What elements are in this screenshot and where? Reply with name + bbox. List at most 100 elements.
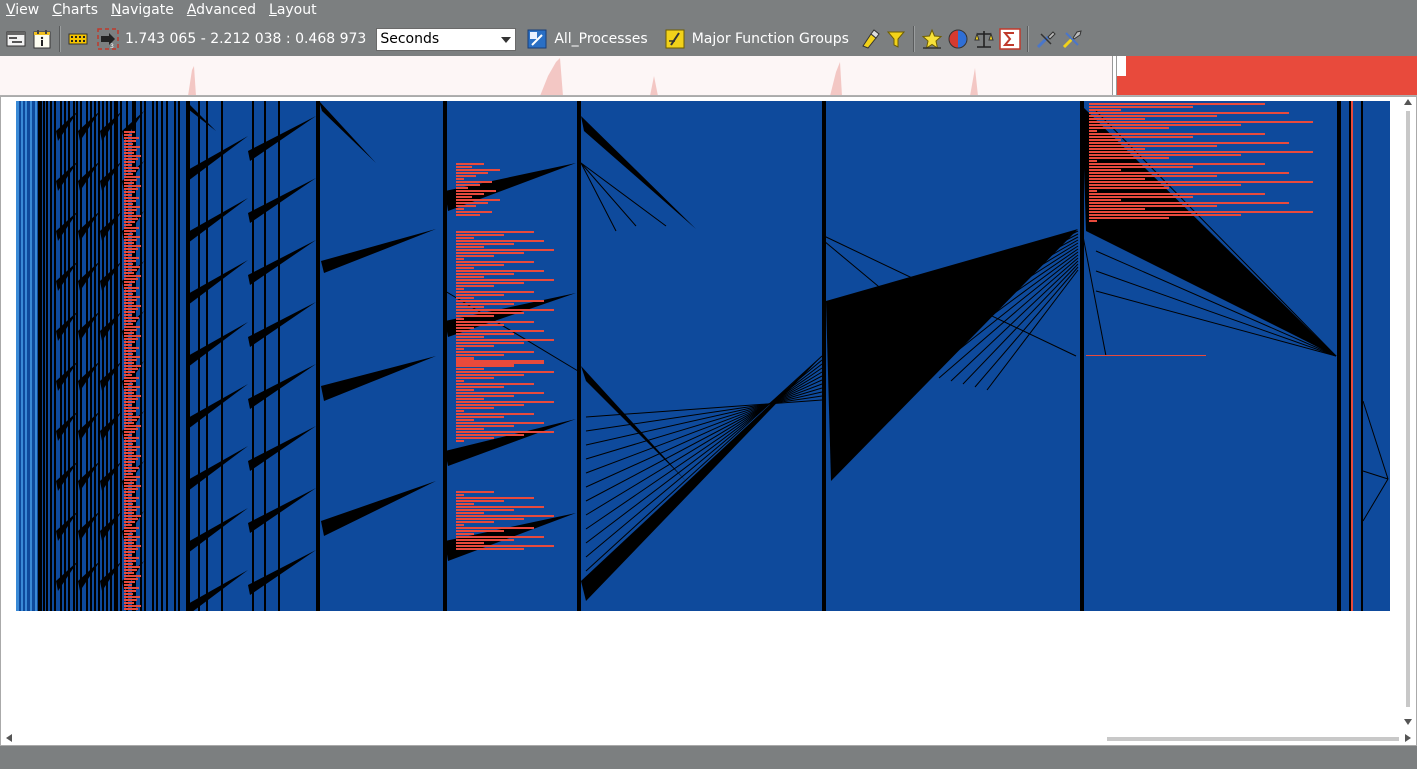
balance-button[interactable] xyxy=(971,26,997,52)
timeline-button[interactable] xyxy=(3,26,29,52)
time-unit-select[interactable]: Seconds xyxy=(376,27,517,51)
message-wedge xyxy=(248,302,316,347)
menu-layout[interactable]: Layout xyxy=(263,0,323,22)
highlight-bar xyxy=(124,482,134,484)
highlight-bar xyxy=(456,524,464,526)
highlight-bar xyxy=(124,344,132,346)
timeline-icon xyxy=(6,31,26,47)
highlight-bar xyxy=(124,239,137,241)
highlight-bar xyxy=(456,330,544,332)
highlight-button[interactable] xyxy=(857,26,883,52)
highlight-bar xyxy=(456,377,494,379)
timeline-overview[interactable] xyxy=(0,56,1417,96)
star-button[interactable] xyxy=(919,26,945,52)
message-wedge xyxy=(321,481,436,536)
highlight-bar xyxy=(456,533,474,535)
highlight-bar xyxy=(124,167,139,169)
master-timeline-chart[interactable] xyxy=(16,101,1390,615)
menu-view[interactable]: View xyxy=(0,0,45,22)
highlight-bar xyxy=(456,175,476,177)
highlight-bar xyxy=(124,176,140,178)
menu-advanced[interactable]: Advanced xyxy=(181,0,262,22)
highlight-bar xyxy=(124,155,141,157)
highlight-bar xyxy=(456,398,484,400)
overview-selection-range[interactable] xyxy=(1117,56,1417,95)
process-bar xyxy=(116,101,118,611)
highlight-bar xyxy=(456,208,464,210)
highlight-bar xyxy=(456,527,534,529)
function-groups-label[interactable]: Major Function Groups xyxy=(692,31,849,47)
scroll-down-icon[interactable] xyxy=(1404,719,1412,725)
message-line xyxy=(585,363,823,544)
master-timeline-panel xyxy=(0,96,1417,746)
highlight-bar xyxy=(456,243,514,245)
highlight-bar xyxy=(124,221,135,223)
message-wedge xyxy=(248,116,316,161)
highlight-bar xyxy=(124,263,133,265)
process-bar xyxy=(1337,101,1339,611)
color-sphere-button[interactable] xyxy=(945,26,971,52)
highlight-bar xyxy=(124,314,132,316)
highlight-bar xyxy=(124,419,137,421)
highlight-bar xyxy=(124,329,137,331)
highlight-bar xyxy=(456,309,554,311)
function-groups-button[interactable] xyxy=(662,26,688,52)
horizontal-scrollbar[interactable] xyxy=(1,733,1416,745)
highlight-bar xyxy=(124,566,140,568)
highlight-bar xyxy=(456,166,472,168)
zoom-selection-icon: 3 xyxy=(97,28,119,50)
highlight-bar xyxy=(124,605,141,607)
horizontal-scroll-thumb[interactable] xyxy=(1107,737,1399,741)
highlight-bar xyxy=(456,300,544,302)
highlight-bar xyxy=(456,386,504,388)
tools-button[interactable] xyxy=(1033,26,1059,52)
highlight-bar xyxy=(1089,145,1217,147)
process-bar xyxy=(1361,101,1363,611)
highlight-bar xyxy=(124,185,141,187)
time-range-readout: 1.743 065 - 2.212 038 : 0.468 973 xyxy=(125,31,367,47)
highlight-bar xyxy=(1351,101,1353,611)
process-bar xyxy=(46,101,48,611)
highlight-bar xyxy=(1089,178,1145,180)
message-line xyxy=(1095,170,1337,357)
process-bar xyxy=(443,101,445,611)
highlight-bar xyxy=(456,234,504,236)
highlight-bar xyxy=(124,476,140,478)
message-wedge xyxy=(248,240,316,285)
process-filter-icon xyxy=(527,29,547,49)
scroll-right-icon[interactable] xyxy=(1405,734,1411,742)
highlight-bar xyxy=(124,395,141,397)
zoom-selection-button[interactable]: 3 xyxy=(95,26,121,52)
highlight-bar xyxy=(124,269,137,271)
info-button[interactable] xyxy=(29,26,55,52)
highlight-bar xyxy=(124,578,138,580)
sigma-button[interactable] xyxy=(997,26,1023,52)
highlight-bar xyxy=(456,371,554,373)
wrench-button[interactable] xyxy=(1059,26,1085,52)
highlight-bar xyxy=(456,339,554,341)
filter-button[interactable] xyxy=(883,26,909,52)
process-filter-button[interactable] xyxy=(524,26,550,52)
highlight-bar xyxy=(124,608,138,610)
vertical-scrollbar[interactable] xyxy=(1400,97,1416,733)
process-filter-label[interactable]: All_Processes xyxy=(554,31,647,47)
menu-navigate[interactable]: Navigate xyxy=(105,0,180,22)
process-bar xyxy=(140,101,142,611)
highlight-bar xyxy=(124,335,141,337)
highlight-bar xyxy=(456,515,554,517)
toolbar-separator xyxy=(912,26,915,52)
scroll-up-icon[interactable] xyxy=(1404,99,1412,105)
highlight-bar xyxy=(456,491,494,493)
vertical-scroll-thumb[interactable] xyxy=(1406,111,1410,707)
highlight-bar xyxy=(456,270,544,272)
menu-charts[interactable]: Charts xyxy=(46,0,104,22)
film-button[interactable] xyxy=(65,26,91,52)
highlight-bar xyxy=(456,512,484,514)
highlight-bar xyxy=(124,143,133,145)
highlight-bar xyxy=(124,302,134,304)
highlight-bar xyxy=(124,500,136,502)
highlight-bar xyxy=(124,305,141,307)
scroll-left-icon[interactable] xyxy=(6,734,12,742)
overview-selection-handle[interactable] xyxy=(1112,56,1117,95)
highlight-bar xyxy=(124,233,133,235)
